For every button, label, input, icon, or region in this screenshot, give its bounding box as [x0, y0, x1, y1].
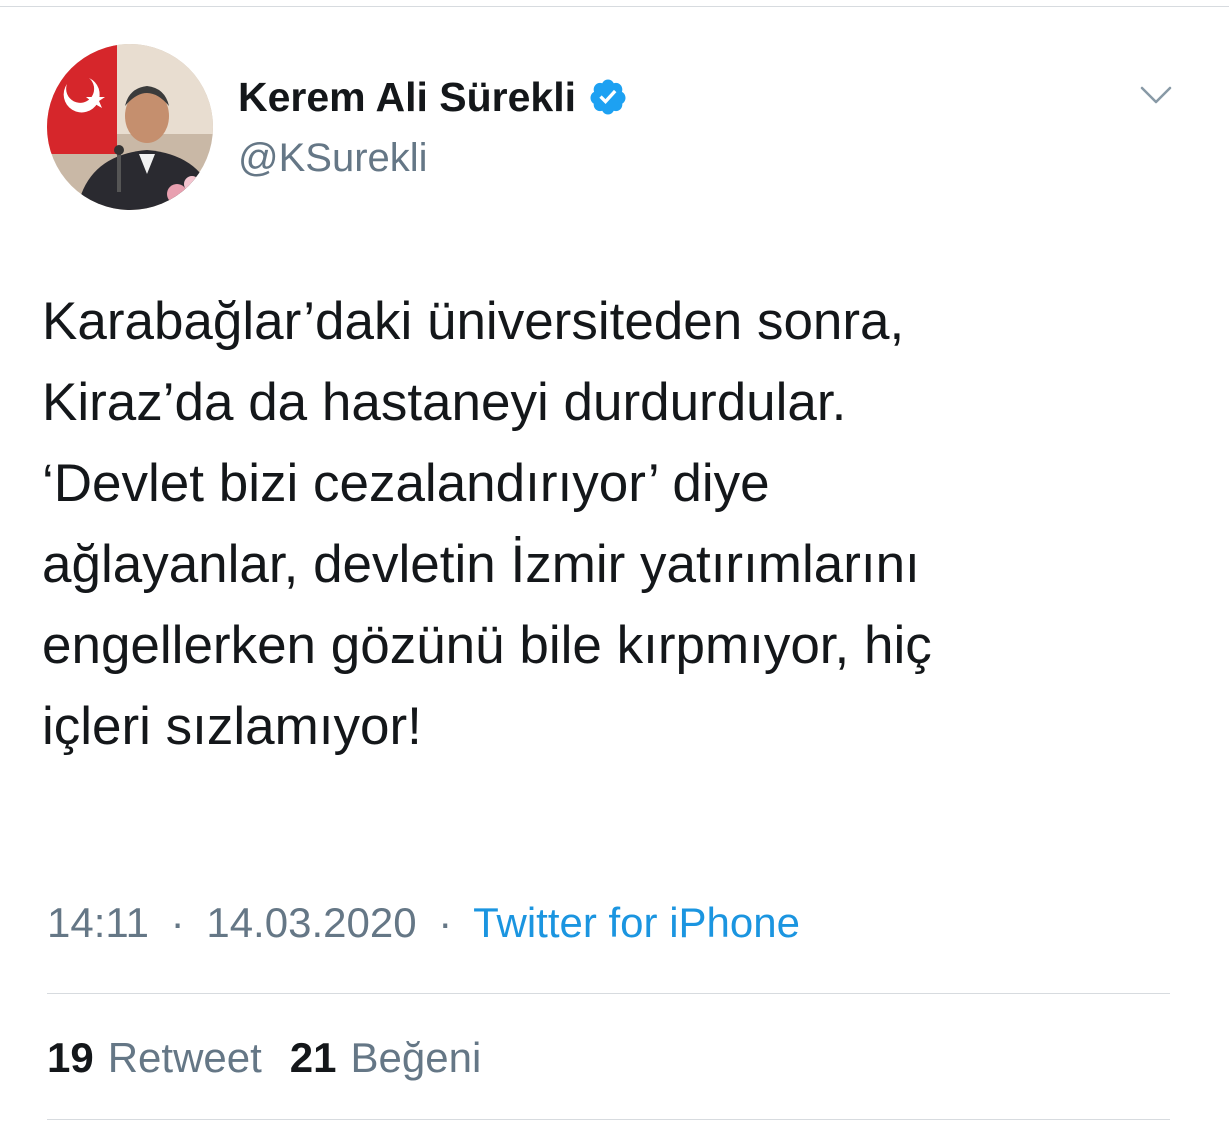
tweet-time[interactable]: 14:11	[47, 899, 149, 946]
author-handle[interactable]: @KSurekli	[238, 134, 428, 182]
tweet-stats: 19 Retweet 21 Beğeni	[47, 1033, 481, 1083]
stats-bottom-divider	[47, 1119, 1170, 1120]
top-divider	[0, 6, 1229, 7]
tweet-text: Karabağlar’daki üniversiteden sonra, Kir…	[42, 292, 932, 756]
like-label: Beğeni	[350, 1034, 482, 1081]
tweet-source-link[interactable]: Twitter for iPhone	[473, 899, 800, 946]
profile-photo	[47, 44, 213, 210]
author-display-name-row[interactable]: Kerem Ali Sürekli	[238, 72, 628, 122]
chevron-down-icon[interactable]	[1136, 80, 1176, 110]
meta-separator: ·	[170, 899, 185, 946]
meta-separator: ·	[438, 899, 453, 946]
like-count: 21	[289, 1034, 337, 1081]
tweet-date[interactable]: 14.03.2020	[206, 899, 416, 946]
retweet-count: 19	[47, 1034, 94, 1081]
retweet-label: Retweet	[107, 1034, 262, 1081]
verified-badge-icon	[590, 79, 626, 115]
stats-top-divider	[47, 993, 1170, 994]
avatar[interactable]	[47, 44, 213, 210]
author-display-name[interactable]: Kerem Ali Sürekli	[238, 72, 576, 122]
like-count-link[interactable]: 21 Beğeni	[290, 1033, 482, 1083]
retweet-count-link[interactable]: 19 Retweet	[47, 1033, 262, 1083]
tweet-meta: 14:11 · 14.03.2020 · Twitter for iPhone	[47, 898, 800, 948]
